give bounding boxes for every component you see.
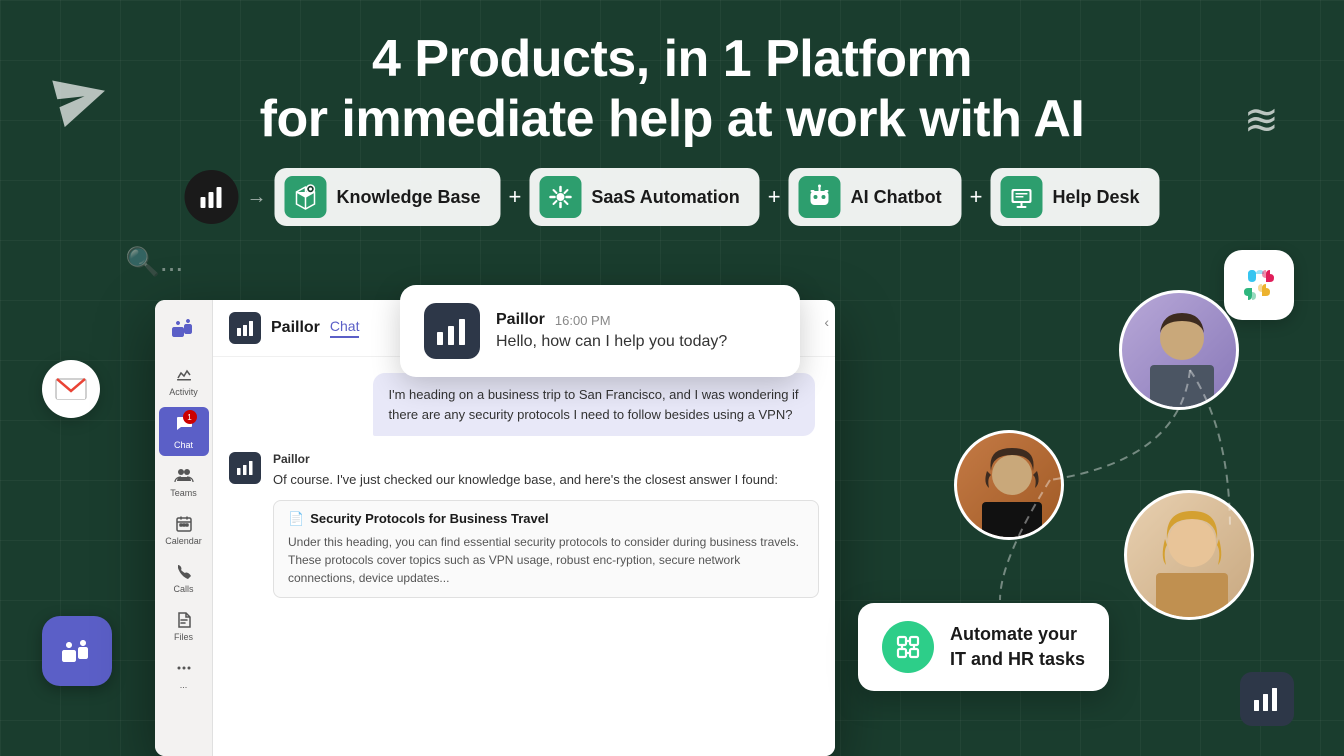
calls-label: Calls bbox=[173, 584, 193, 594]
automate-icon-svg bbox=[893, 632, 923, 662]
product-helpdesk: Help Desk bbox=[990, 168, 1159, 226]
sidebar-calendar[interactable]: Calendar bbox=[159, 508, 209, 552]
bot-message: Paillor Of course. I've just checked our… bbox=[229, 452, 819, 598]
kb-icon bbox=[284, 176, 326, 218]
automate-card: Automate yourIT and HR tasks bbox=[858, 603, 1109, 691]
kb-icon-svg bbox=[292, 184, 318, 210]
activity-icon bbox=[174, 365, 194, 385]
sidebar-activity[interactable]: Activity bbox=[159, 359, 209, 403]
bot-avatar bbox=[229, 452, 261, 484]
bot-response-text: Of course. I've just checked our knowled… bbox=[273, 470, 819, 490]
plus-1: + bbox=[509, 184, 522, 210]
bubble-bot-avatar bbox=[424, 303, 480, 359]
slack-icon bbox=[1224, 250, 1294, 320]
teams-float-icon bbox=[42, 616, 112, 686]
helpdesk-icon-svg bbox=[1007, 183, 1035, 211]
bubble-bot-icon bbox=[435, 314, 469, 348]
bot-avatar-icon bbox=[236, 459, 254, 477]
person-avatar-woman2 bbox=[1124, 490, 1254, 620]
calendar-label: Calendar bbox=[165, 536, 202, 546]
teams-icon bbox=[174, 466, 194, 486]
chatbot-icon-svg bbox=[806, 183, 834, 211]
bot-content: Paillor Of course. I've just checked our… bbox=[273, 452, 819, 598]
bot-logo-icon bbox=[235, 318, 255, 338]
chat-bubble-top: Paillor 16:00 PM Hello, how can I help y… bbox=[400, 285, 800, 377]
app-logo bbox=[184, 170, 238, 224]
saas-icon bbox=[539, 176, 581, 218]
automate-text: Automate yourIT and HR tasks bbox=[950, 622, 1085, 672]
chatbot-label: AI Chatbot bbox=[851, 187, 942, 208]
products-row: → Knowledge Base + SaaS Automation + bbox=[184, 168, 1159, 226]
kb-label: Knowledge Base bbox=[336, 187, 480, 208]
curl-deco: 🔍... bbox=[125, 245, 183, 278]
chatbot-icon bbox=[799, 176, 841, 218]
files-label: Files bbox=[174, 632, 193, 642]
header-title: 4 Products, in 1 Platform for immediate … bbox=[0, 30, 1344, 150]
bubble-sender: Paillor 16:00 PM bbox=[496, 311, 727, 329]
kb-card: 📄 Security Protocols for Business Travel… bbox=[273, 500, 819, 598]
bot-logo-header bbox=[229, 312, 261, 344]
chat-messages: I'm heading on a business trip to San Fr… bbox=[213, 357, 835, 756]
user-message: I'm heading on a business trip to San Fr… bbox=[373, 373, 816, 436]
helpdesk-label: Help Desk bbox=[1052, 187, 1139, 208]
teams-logo-sidebar bbox=[169, 312, 199, 347]
product-saas: SaaS Automation bbox=[529, 168, 759, 226]
chat-badge-wrapper: 1 bbox=[174, 413, 194, 438]
sidebar-chat[interactable]: 1 Chat bbox=[159, 407, 209, 456]
more-label: ... bbox=[180, 680, 188, 690]
product-chatbot: AI Chatbot bbox=[789, 168, 962, 226]
plus-3: + bbox=[970, 184, 983, 210]
collapse-button[interactable]: ‹ bbox=[824, 314, 829, 330]
sidebar-teams[interactable]: Teams bbox=[159, 460, 209, 504]
sidebar-calls[interactable]: Calls bbox=[159, 556, 209, 600]
activity-label: Activity bbox=[169, 387, 198, 397]
calendar-icon bbox=[174, 514, 194, 534]
teams-label: Teams bbox=[170, 488, 197, 498]
app-logo-icon bbox=[197, 183, 225, 211]
more-icon bbox=[174, 658, 194, 678]
saas-icon-svg bbox=[546, 183, 574, 211]
product-kb: Knowledge Base bbox=[274, 168, 500, 226]
automate-icon bbox=[882, 621, 934, 673]
plus-2: + bbox=[768, 184, 781, 210]
chat-label: Chat bbox=[174, 440, 193, 450]
saas-label: SaaS Automation bbox=[591, 187, 739, 208]
helpdesk-icon bbox=[1000, 176, 1042, 218]
header-line1: 4 Products, in 1 Platform bbox=[0, 30, 1344, 90]
paillor-br-svg bbox=[1252, 684, 1282, 714]
chat-badge: 1 bbox=[183, 410, 197, 424]
arrow-connector: → bbox=[246, 186, 266, 209]
page-header: 4 Products, in 1 Platform for immediate … bbox=[0, 30, 1344, 150]
bot-sender: Paillor bbox=[273, 452, 819, 466]
sidebar-more[interactable]: ... bbox=[159, 652, 209, 696]
kb-card-title: 📄 Security Protocols for Business Travel bbox=[288, 511, 804, 527]
chat-tab: Chat bbox=[330, 318, 360, 338]
kb-card-text: Under this heading, you can find essenti… bbox=[288, 533, 804, 587]
doc-icon: 📄 bbox=[288, 511, 304, 527]
teams-sidebar: ‹ Activity 1 Chat bbox=[155, 300, 213, 756]
bubble-text: Hello, how can I help you today? bbox=[496, 333, 727, 351]
gmail-icon bbox=[42, 360, 100, 418]
bubble-info: Paillor 16:00 PM Hello, how can I help y… bbox=[496, 311, 727, 351]
person-avatar-woman1 bbox=[954, 430, 1064, 540]
chat-header-name: Paillor bbox=[271, 319, 320, 337]
paillor-br-icon bbox=[1240, 672, 1294, 726]
sidebar-files[interactable]: Files bbox=[159, 604, 209, 648]
header-line2: for immediate help at work with AI bbox=[0, 90, 1344, 150]
calls-icon bbox=[174, 562, 194, 582]
person-avatar-man bbox=[1119, 290, 1239, 410]
bubble-time: 16:00 PM bbox=[555, 313, 611, 328]
files-icon bbox=[174, 610, 194, 630]
